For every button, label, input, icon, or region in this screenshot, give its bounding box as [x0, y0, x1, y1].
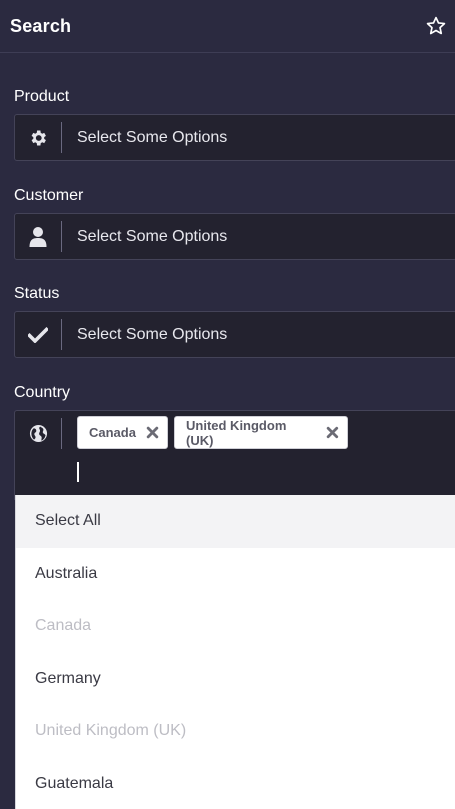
status-field: Status Select Some Options	[14, 283, 455, 358]
option-united-kingdom: United Kingdom (UK)	[35, 722, 187, 740]
country-label: Country	[14, 384, 71, 401]
customer-field: Customer Select Some Options	[14, 185, 455, 260]
option-guatemala[interactable]: Guatemala	[16, 758, 455, 809]
selected-chip-uk: United Kingdom (UK)	[174, 416, 348, 449]
customer-label: Customer	[14, 187, 84, 204]
customer-placeholder: Select Some Options	[77, 227, 228, 245]
product-placeholder: Select Some Options	[77, 128, 228, 146]
gear-icon	[15, 122, 62, 153]
product-select[interactable]: Select Some Options	[14, 114, 455, 161]
remove-chip-icon[interactable]	[146, 426, 159, 439]
status-select[interactable]: Select Some Options	[14, 311, 455, 358]
search-header: Search	[0, 0, 455, 53]
check-icon	[15, 319, 62, 350]
selected-chip-canada: Canada	[77, 416, 168, 449]
option-australia[interactable]: Australia	[16, 548, 455, 601]
user-icon	[15, 221, 62, 252]
remove-chip-icon[interactable]	[326, 426, 339, 439]
option-select-all[interactable]: Select All	[16, 495, 455, 548]
page-title: Search	[10, 15, 72, 36]
status-label: Status	[14, 285, 60, 302]
country-multiselect[interactable]: Canada United Kingdom (UK)	[14, 410, 455, 500]
customer-select[interactable]: Select Some Options	[14, 213, 455, 260]
globe-icon	[15, 418, 62, 449]
chip-label: United Kingdom (UK)	[186, 417, 287, 448]
star-icon[interactable]	[425, 15, 447, 37]
option-canada: Canada	[35, 617, 92, 635]
country-field: Country Canada United Kingdom (UK)	[14, 382, 455, 500]
status-placeholder: Select Some Options	[77, 325, 228, 343]
country-dropdown-list: Select All Australia Canada Germany Unit…	[15, 495, 455, 809]
option-germany[interactable]: Germany	[16, 653, 455, 706]
text-caret[interactable]	[77, 462, 79, 482]
chip-label: Canada	[89, 425, 136, 440]
product-field: Product Select Some Options	[14, 86, 455, 161]
product-label: Product	[14, 88, 70, 105]
